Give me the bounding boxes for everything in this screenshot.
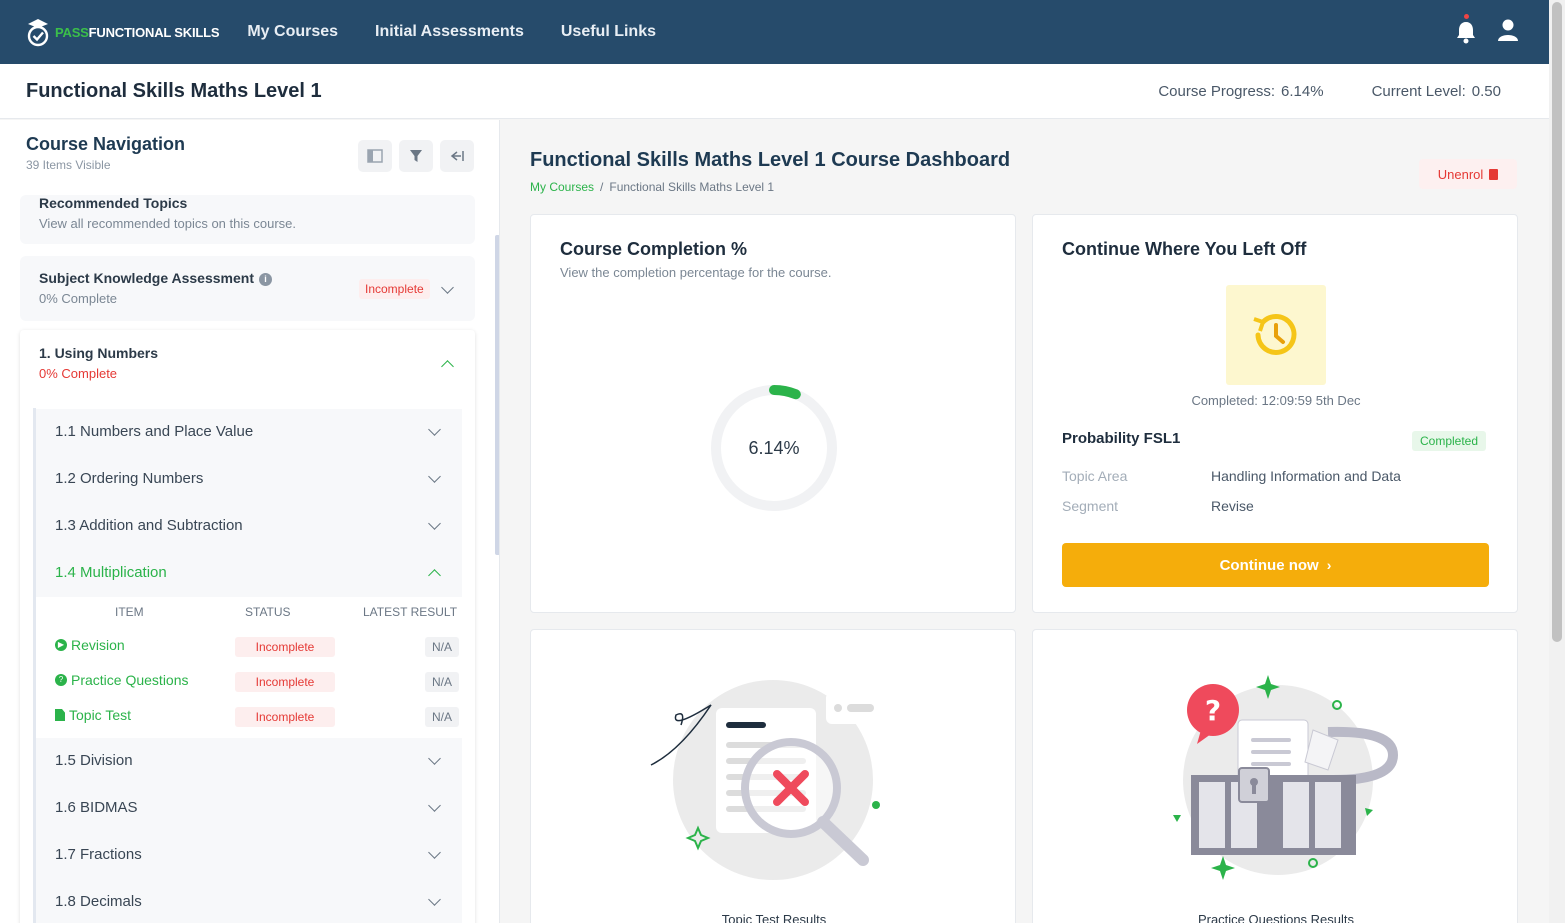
top-navigation: PASSFUNCTIONAL SKILLS My Courses Initial… xyxy=(0,0,1549,64)
course-progress: Course Progress: 6.14% xyxy=(1158,82,1324,100)
segment-label: Segment xyxy=(1062,498,1119,514)
collapse-sidebar-icon[interactable] xyxy=(440,140,474,172)
item-practice-questions-link[interactable]: ? Practice Questions xyxy=(55,672,189,688)
notification-dot xyxy=(1464,14,1469,19)
item-topic-test-link[interactable]: Topic Test xyxy=(55,707,131,723)
chevron-down-icon[interactable] xyxy=(428,470,441,483)
activity-name: Probability FSL1 xyxy=(1062,430,1181,447)
topic-area-value: Handling Information and Data xyxy=(1211,468,1401,484)
sidebar-scrollbar[interactable] xyxy=(495,235,499,555)
unenrol-button[interactable]: Unenrol xyxy=(1419,159,1517,189)
info-icon[interactable]: i xyxy=(258,272,272,286)
play-icon: ▶ xyxy=(55,639,67,651)
document-icon xyxy=(55,709,65,721)
segment-value: Revise xyxy=(1211,498,1254,514)
chevron-down-icon[interactable] xyxy=(428,846,441,859)
chevron-up-icon[interactable] xyxy=(428,569,441,582)
breadcrumb: My Courses / Functional Skills Maths Level… xyxy=(530,180,775,194)
status-badge: Incomplete xyxy=(235,672,335,692)
logo-check-icon xyxy=(25,17,51,47)
chevron-down-icon[interactable] xyxy=(428,517,441,530)
notification-bell-icon[interactable] xyxy=(1455,14,1477,44)
column-header-item: ITEM xyxy=(115,605,144,619)
ska-title: Subject Knowledge Assessment i xyxy=(39,270,272,286)
topic-items-table: ITEM STATUS LATEST RESULT ▶ Revision Inco… xyxy=(36,597,462,735)
status-badge: Incomplete xyxy=(359,279,430,299)
topic-item-active[interactable]: 1.4 Multiplication xyxy=(36,550,462,597)
unit-using-numbers: 1. Using Numbers 0% Complete 1.1 Numbers… xyxy=(20,330,475,923)
history-clock-icon xyxy=(1226,285,1326,385)
completion-subtitle: View the completion percentage for the c… xyxy=(560,265,832,280)
trash-icon xyxy=(1489,168,1499,180)
practice-questions-results-panel: ? Practice Questions Results xyxy=(1032,629,1518,923)
logo-text: PASSFUNCTIONAL SKILLS xyxy=(55,24,220,40)
continue-now-button[interactable]: Continue now › xyxy=(1062,543,1489,587)
topic-item[interactable]: 1.1 Numbers and Place Value xyxy=(36,409,462,456)
user-profile-icon[interactable] xyxy=(1497,18,1519,47)
nav-useful-links[interactable]: Useful Links xyxy=(561,23,656,41)
result-badge: N/A xyxy=(425,707,459,727)
course-navigation-sidebar: Course Navigation 39 Items Visible Recom… xyxy=(0,120,500,923)
completion-value: 6.14% xyxy=(748,437,800,458)
topic-item[interactable]: 1.6 BIDMAS xyxy=(36,785,462,832)
nav-initial-assessments[interactable]: Initial Assessments xyxy=(375,23,524,41)
topic-item[interactable]: 1.5 Division xyxy=(36,738,462,785)
completion-title: Course Completion % xyxy=(560,239,748,259)
sidebar-item-count: 39 Items Visible xyxy=(26,158,111,172)
question-icon: ? xyxy=(55,674,67,686)
unit-progress: 0% Complete xyxy=(39,366,118,381)
continue-title: Continue Where You Left Off xyxy=(1062,239,1307,259)
sidebar-title: Course Navigation xyxy=(26,134,186,154)
brand-logo[interactable]: PASSFUNCTIONAL SKILLS xyxy=(25,17,220,47)
recommended-title: Recommended Topics xyxy=(39,195,188,211)
topic-test-results-panel: Topic Test Results xyxy=(530,629,1016,923)
chevron-down-icon[interactable] xyxy=(428,752,441,765)
ska-progress: 0% Complete xyxy=(39,291,118,306)
chevron-down-icon[interactable] xyxy=(428,893,441,906)
breadcrumb-my-courses[interactable]: My Courses xyxy=(530,180,594,194)
chevron-up-icon[interactable] xyxy=(441,360,454,373)
recommended-topics[interactable]: Recommended Topics View all recommended … xyxy=(20,195,475,244)
continue-panel: Continue Where You Left Off Completed: 1… xyxy=(1032,214,1518,613)
unit-header[interactable]: 1. Using Numbers 0% Complete xyxy=(20,330,475,396)
page-scrollbar[interactable] xyxy=(1549,0,1565,923)
course-completion-panel: Course Completion % View the completion … xyxy=(530,214,1016,613)
unit-title: 1. Using Numbers xyxy=(39,345,159,361)
subject-knowledge-assessment[interactable]: Subject Knowledge Assessment i 0% Complet… xyxy=(20,256,475,321)
layout-toggle-icon[interactable] xyxy=(358,140,392,172)
completed-timestamp: Completed: 12:09:59 5th Dec xyxy=(1191,393,1361,408)
status-badge: Incomplete xyxy=(235,707,335,727)
column-header-result: LATEST RESULT xyxy=(363,605,458,619)
page-scrollbar-thumb[interactable] xyxy=(1552,2,1562,642)
completed-badge: Completed xyxy=(1412,431,1487,451)
result-badge: N/A xyxy=(425,637,459,657)
topic-item[interactable]: 1.8 Decimals xyxy=(36,879,462,923)
current-level: Current Level: 0.50 xyxy=(1371,82,1501,100)
topic-item[interactable]: 1.3 Addition and Subtraction xyxy=(36,503,462,550)
svg-text:?: ? xyxy=(1205,694,1221,727)
chevron-down-icon[interactable] xyxy=(428,799,441,812)
column-header-status: STATUS xyxy=(245,605,291,619)
topic-item[interactable]: 1.2 Ordering Numbers xyxy=(36,456,462,503)
nav-my-courses[interactable]: My Courses xyxy=(247,23,338,41)
course-title: Functional Skills Maths Level 1 xyxy=(26,79,322,102)
topic-test-results-caption: Topic Test Results xyxy=(721,912,827,923)
result-badge: N/A xyxy=(425,672,459,692)
item-revision-link[interactable]: ▶ Revision xyxy=(55,637,125,653)
dashboard-title: Functional Skills Maths Level 1 Course D… xyxy=(530,149,1011,171)
chevron-down-icon[interactable] xyxy=(441,281,454,294)
chevron-right-icon: › xyxy=(1326,557,1332,573)
status-badge: Incomplete xyxy=(235,637,335,657)
breadcrumb-current: Functional Skills Maths Level 1 xyxy=(609,180,775,194)
chevron-down-icon[interactable] xyxy=(428,423,441,436)
completion-donut: 6.14% xyxy=(709,383,839,513)
filter-icon[interactable] xyxy=(399,140,433,172)
treasure-chest-illustration: ? xyxy=(1173,675,1399,880)
recommended-subtitle: View all recommended topics on this cour… xyxy=(39,216,296,231)
practice-results-caption: Practice Questions Results xyxy=(1197,912,1355,923)
magnifier-document-illustration xyxy=(650,680,882,880)
course-header: Functional Skills Maths Level 1 Course P… xyxy=(0,64,1549,119)
topic-item[interactable]: 1.7 Fractions xyxy=(36,832,462,879)
topic-area-label: Topic Area xyxy=(1062,468,1128,484)
